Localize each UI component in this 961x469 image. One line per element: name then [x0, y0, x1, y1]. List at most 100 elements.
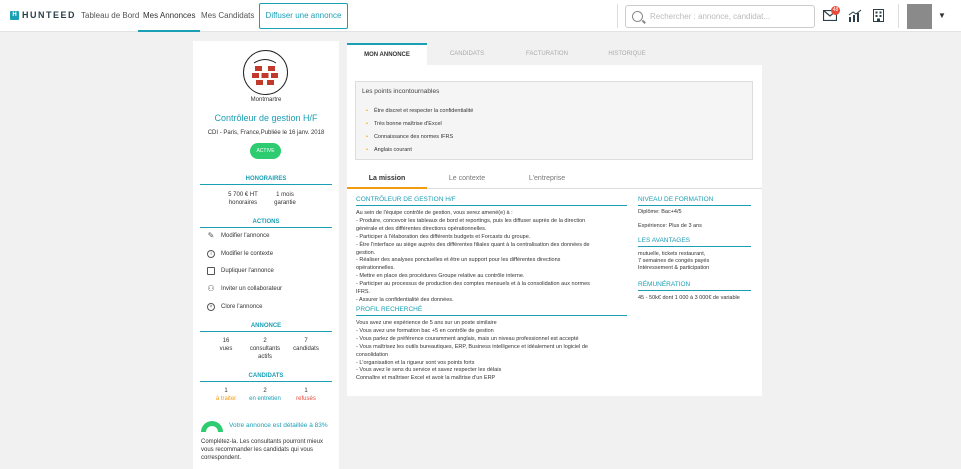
text-line: - Participer au processus de production … — [356, 281, 590, 288]
subtab-mission[interactable]: La mission — [347, 169, 427, 189]
honoraires-value: 5 700 € HT — [228, 192, 258, 198]
text-line: - L'organisation et la rigueur sont vos … — [356, 359, 475, 366]
action-label: Dupliquer l'annonce — [221, 268, 274, 274]
clore-annonce-action[interactable]: × Clore l'annonce — [207, 303, 263, 311]
garantie: 1 mois garantie — [268, 191, 302, 207]
mission-description: Au sein de l'équipe contrôle de gestion,… — [356, 210, 634, 305]
tab-facturation[interactable]: FACTURATION — [507, 43, 587, 65]
search-icon — [632, 11, 643, 22]
actions-heading: ACTIONS — [200, 219, 332, 228]
avatar[interactable] — [907, 4, 932, 29]
avantages-heading: LES AVANTAGES — [638, 237, 751, 247]
job-summary-panel: Montmartre Contrôleur de gestion H/F CDI… — [193, 41, 339, 469]
experience: Expérience: Plus de 3 ans — [638, 223, 702, 229]
stat-a-traiter[interactable]: 1 à traiter — [211, 387, 241, 403]
duplicate-icon — [207, 267, 215, 275]
action-label: Clore l'annonce — [221, 304, 263, 310]
text-line: - Mettre en place des procédures Groupe … — [356, 273, 525, 280]
stat-vues: 16 vues — [211, 337, 241, 353]
stat-label: vues — [219, 346, 233, 352]
garantie-label: garantie — [274, 200, 296, 206]
list-item: • Anglais courant — [366, 147, 412, 153]
stat-value: 2 — [263, 338, 267, 344]
subtab-entreprise[interactable]: L'entreprise — [507, 169, 587, 189]
top-bar: H HUNTEED Tableau de Bord Mes Annonces M… — [0, 0, 961, 32]
formation-heading: NIVEAU DE FORMATION — [638, 196, 751, 206]
honoraires-heading: HONORAIRES — [200, 176, 332, 185]
dupliquer-annonce-action[interactable]: Dupliquer l'annonce — [207, 267, 274, 275]
text-line: - Participer à l'élaboration des différe… — [356, 233, 531, 240]
mission-heading: CONTRÔLEUR DE GESTION H/F — [356, 196, 627, 206]
stat-value: 16 — [222, 338, 230, 344]
stat-value: 1 — [304, 388, 308, 394]
divider — [617, 4, 618, 28]
avantage-item: 7 semaines de congés payés — [638, 258, 710, 264]
inviter-collaborateur-action[interactable]: ⚇ Inviter un collaborateur — [207, 285, 282, 293]
nav-mes-annonces[interactable]: Mes Annonces — [138, 0, 201, 32]
company-logo — [243, 50, 288, 95]
text-line: - Réaliser des analyses ponctuelles et ê… — [356, 257, 561, 264]
stat-value: 1 — [224, 388, 228, 394]
text-line: gestion. — [356, 249, 376, 256]
list-item: • Être discret et respecter la confidenti… — [366, 108, 474, 114]
list-item: • Connaissance des normes IFRS — [366, 134, 454, 140]
text-line: Au sein de l'équipe contrôle de gestion,… — [356, 210, 513, 216]
profile-description: Vous avez une expérience de 5 ans sur un… — [356, 320, 634, 383]
nav-mes-candidats[interactable]: Mes Candidats — [201, 0, 254, 32]
building-icon[interactable] — [873, 9, 884, 22]
honoraires-label: honoraires — [228, 200, 258, 206]
nav-tableau-de-bord[interactable]: Tableau de Bord — [81, 0, 139, 32]
stat-consultants: 2 consultants actifs — [246, 337, 284, 361]
sub-tabs: La mission Le contexte L'entreprise — [347, 169, 762, 189]
text-line: générale et des différentes directions o… — [356, 225, 487, 232]
search-box[interactable]: Rechercher : annonce, candidat... — [625, 5, 815, 28]
action-label: Inviter un collaborateur — [221, 286, 283, 292]
info-icon: i — [207, 250, 215, 258]
text-line: IFRS. — [356, 289, 371, 296]
candidats-heading: CANDIDATS — [200, 373, 332, 382]
hunteed-logo[interactable]: H HUNTEED — [10, 10, 76, 20]
chevron-down-icon[interactable]: ▼ — [938, 11, 946, 20]
company-name: Montmartre — [250, 97, 282, 103]
text-line: - Vous avez une formation bac +5 en cont… — [356, 327, 494, 334]
company-logo-art — [252, 59, 278, 85]
annonce-content: Les points incontournables • Être discret… — [347, 65, 762, 396]
text-line: - Produire, concevoir les tableaux de bo… — [356, 217, 586, 224]
completion-gauge — [201, 421, 223, 432]
stats-chart-icon[interactable] — [848, 9, 862, 22]
highlights-box: Les points incontournables • Être discret… — [355, 81, 753, 160]
status-badge: ACTIVE — [250, 143, 281, 159]
mail-badge: 48 — [831, 6, 840, 15]
tab-historique[interactable]: HISTORIQUE — [587, 43, 667, 65]
tab-candidats[interactable]: CANDIDATS — [427, 43, 507, 65]
logo-mark: H — [10, 10, 19, 20]
text-line: Connaître et maîtriser Excel et avoir la… — [356, 375, 496, 382]
list-item: • Très bonne maîtrise d'Excel — [366, 121, 442, 127]
user-icon: ⚇ — [207, 284, 215, 293]
main-tabs: MON ANNONCE CANDIDATS FACTURATION HISTOR… — [347, 43, 762, 65]
text-line: - Vous maîtrisez les outils bureautiques… — [356, 343, 588, 350]
avantage-item: mutuelle, tickets restaurant, — [638, 251, 706, 257]
highlights-title: Les points incontournables — [362, 88, 440, 95]
modifier-contexte-action[interactable]: i Modifier le contexte — [207, 250, 273, 258]
text-line: - Vous parlez de préférence couramment a… — [356, 335, 579, 342]
honoraires-amount: 5 700 € HT honoraires — [223, 191, 263, 207]
stat-candidats: 7 candidats — [289, 337, 323, 353]
profile-heading: PROFIL RECHERCHÉ — [356, 306, 627, 316]
tab-mon-annonce[interactable]: MON ANNONCE — [347, 43, 427, 65]
stat-label: en entretien — [249, 396, 281, 402]
stat-label: candidats — [293, 346, 319, 352]
stat-value: 7 — [304, 338, 308, 344]
modifier-annonce-action[interactable]: ✎ Modifier l'annonce — [207, 232, 270, 240]
text-line: opérationnelles. — [356, 265, 395, 272]
logo-text: HUNTEED — [22, 10, 77, 20]
stat-label: refusés — [296, 396, 316, 402]
stat-label: à traiter — [215, 396, 237, 402]
stat-refuses[interactable]: 1 refusés — [289, 387, 323, 403]
job-subtitle: CDI - Paris, France,Publiée le 16 janv. … — [207, 130, 325, 136]
completion-text: Votre annonce est détaillée à 83% — [229, 422, 328, 429]
subtab-contexte[interactable]: Le contexte — [427, 169, 507, 189]
diffuser-annonce-button[interactable]: Diffuser une annonce — [259, 3, 348, 29]
search-input[interactable]: Rechercher : annonce, candidat... — [650, 12, 770, 21]
stat-en-entretien[interactable]: 2 en entretien — [246, 387, 284, 403]
